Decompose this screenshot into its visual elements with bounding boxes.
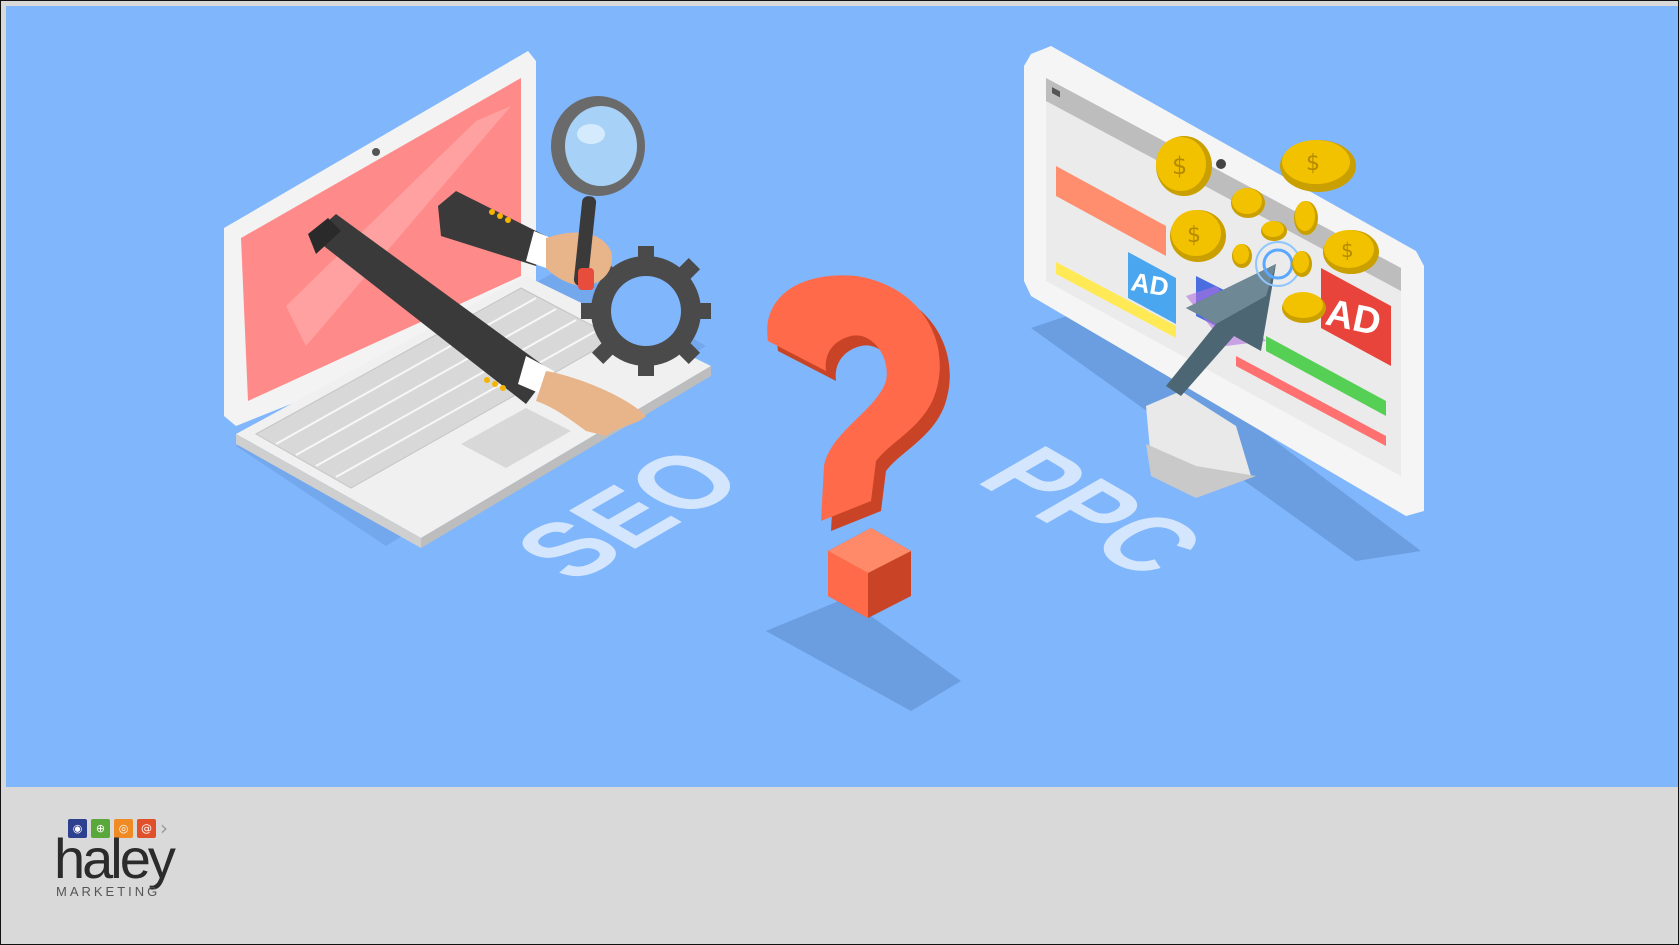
hero-illustration: SEO PPC AD AD $ $ $ $ [6, 6, 1678, 787]
coin: $ [1170, 210, 1226, 262]
question-mark-icon [767, 275, 950, 618]
coin [1292, 251, 1312, 277]
footer-bar: ◉ ⊕ ◎ @ › haley MARKETING [1, 787, 1678, 944]
logo-wordmark: haley [54, 827, 176, 890]
svg-text:$: $ [1306, 151, 1320, 176]
coin: $ [1280, 140, 1356, 192]
logo-subtitle: MARKETING [56, 884, 161, 899]
coin [1232, 244, 1252, 268]
slide: SEO PPC AD AD $ $ $ $ ◉ ⊕ ◎ @ › haley MA… [0, 0, 1679, 945]
seo-vs-ppc-illustration: SEO PPC AD AD $ $ $ $ [224, 46, 1424, 711]
svg-text:$: $ [1172, 152, 1187, 180]
coin [1231, 188, 1265, 218]
svg-text:$: $ [1341, 238, 1354, 262]
coin [1294, 201, 1318, 235]
coin: $ [1156, 136, 1212, 196]
coin: $ [1323, 230, 1379, 274]
svg-text:$: $ [1187, 223, 1201, 248]
haley-marketing-logo: ◉ ⊕ ◎ @ › haley MARKETING [54, 818, 204, 899]
coin [1261, 221, 1287, 241]
ad-label-small: AD [1129, 266, 1171, 302]
